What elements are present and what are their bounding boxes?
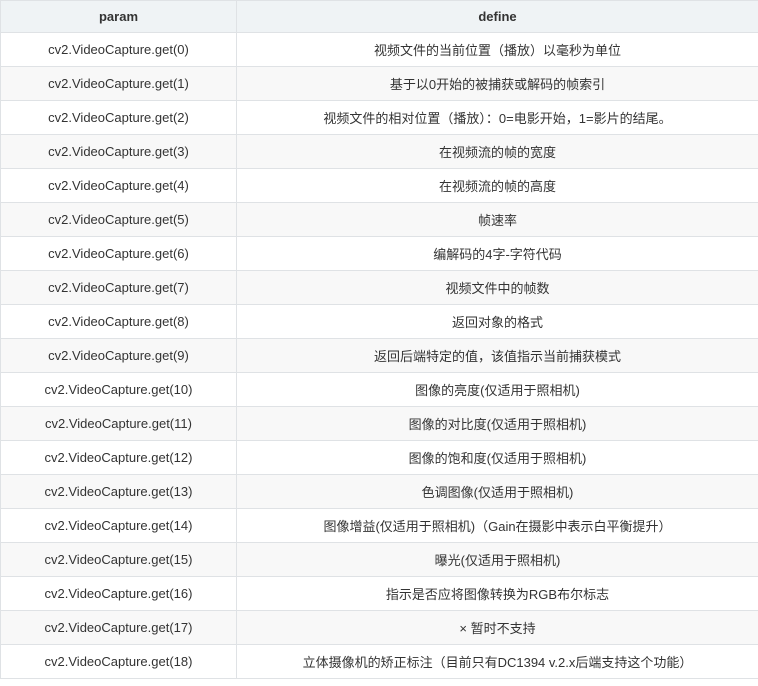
define-cell: 图像增益(仅适用于照相机)（Gain在摄影中表示白平衡提升） [236, 508, 758, 543]
define-cell: 视频文件的当前位置（播放）以毫秒为单位 [236, 32, 758, 67]
table-row: cv2.VideoCapture.get(6) 编解码的4字-字符代码 [0, 236, 758, 271]
table-body: cv2.VideoCapture.get(0) 视频文件的当前位置（播放）以毫秒… [0, 32, 758, 679]
table-row: cv2.VideoCapture.get(13) 色调图像(仅适用于照相机) [0, 474, 758, 509]
define-cell: 编解码的4字-字符代码 [236, 236, 758, 271]
table-row: cv2.VideoCapture.get(11) 图像的对比度(仅适用于照相机) [0, 406, 758, 441]
param-cell: cv2.VideoCapture.get(11) [0, 406, 237, 441]
header-define: define [236, 0, 758, 33]
table-row: cv2.VideoCapture.get(12) 图像的饱和度(仅适用于照相机) [0, 440, 758, 475]
header-param: param [0, 0, 237, 33]
param-define-table: param define cv2.VideoCapture.get(0) 视频文… [0, 0, 758, 679]
param-cell: cv2.VideoCapture.get(16) [0, 576, 237, 611]
param-cell: cv2.VideoCapture.get(3) [0, 134, 237, 169]
table-row: cv2.VideoCapture.get(9) 返回后端特定的值，该值指示当前捕… [0, 338, 758, 373]
define-cell: 指示是否应将图像转换为RGB布尔标志 [236, 576, 758, 611]
param-cell: cv2.VideoCapture.get(14) [0, 508, 237, 543]
define-cell: 图像的亮度(仅适用于照相机) [236, 372, 758, 407]
define-cell: 基于以0开始的被捕获或解码的帧索引 [236, 66, 758, 101]
define-cell: 视频文件中的帧数 [236, 270, 758, 305]
table-row: cv2.VideoCapture.get(7) 视频文件中的帧数 [0, 270, 758, 305]
define-cell: 返回后端特定的值，该值指示当前捕获模式 [236, 338, 758, 373]
param-cell: cv2.VideoCapture.get(5) [0, 202, 237, 237]
table-row: cv2.VideoCapture.get(0) 视频文件的当前位置（播放）以毫秒… [0, 32, 758, 67]
param-cell: cv2.VideoCapture.get(2) [0, 100, 237, 135]
param-cell: cv2.VideoCapture.get(17) [0, 610, 237, 645]
define-cell: × 暂时不支持 [236, 610, 758, 645]
define-cell: 色调图像(仅适用于照相机) [236, 474, 758, 509]
param-cell: cv2.VideoCapture.get(1) [0, 66, 237, 101]
define-cell: 返回对象的格式 [236, 304, 758, 339]
define-cell: 曝光(仅适用于照相机) [236, 542, 758, 577]
table-row: cv2.VideoCapture.get(2) 视频文件的相对位置（播放）：0=… [0, 100, 758, 135]
param-cell: cv2.VideoCapture.get(7) [0, 270, 237, 305]
define-cell: 立体摄像机的矫正标注（目前只有DC1394 v.2.x后端支持这个功能） [236, 644, 758, 679]
table-row: cv2.VideoCapture.get(8) 返回对象的格式 [0, 304, 758, 339]
table-row: cv2.VideoCapture.get(14) 图像增益(仅适用于照相机)（G… [0, 508, 758, 543]
param-cell: cv2.VideoCapture.get(9) [0, 338, 237, 373]
define-cell: 帧速率 [236, 202, 758, 237]
table-row: cv2.VideoCapture.get(4) 在视频流的帧的高度 [0, 168, 758, 203]
table-row: cv2.VideoCapture.get(16) 指示是否应将图像转换为RGB布… [0, 576, 758, 611]
define-cell: 在视频流的帧的宽度 [236, 134, 758, 169]
param-cell: cv2.VideoCapture.get(8) [0, 304, 237, 339]
table-row: cv2.VideoCapture.get(18) 立体摄像机的矫正标注（目前只有… [0, 644, 758, 679]
define-cell: 视频文件的相对位置（播放）：0=电影开始，1=影片的结尾。 [236, 100, 758, 135]
param-cell: cv2.VideoCapture.get(15) [0, 542, 237, 577]
table-row: cv2.VideoCapture.get(15) 曝光(仅适用于照相机) [0, 542, 758, 577]
param-cell: cv2.VideoCapture.get(10) [0, 372, 237, 407]
define-cell: 图像的对比度(仅适用于照相机) [236, 406, 758, 441]
param-cell: cv2.VideoCapture.get(12) [0, 440, 237, 475]
header-row: param define [0, 0, 758, 33]
param-cell: cv2.VideoCapture.get(13) [0, 474, 237, 509]
define-cell: 在视频流的帧的高度 [236, 168, 758, 203]
param-cell: cv2.VideoCapture.get(4) [0, 168, 237, 203]
table-row: cv2.VideoCapture.get(5) 帧速率 [0, 202, 758, 237]
param-cell: cv2.VideoCapture.get(6) [0, 236, 237, 271]
table-header: param define [0, 0, 758, 33]
param-cell: cv2.VideoCapture.get(18) [0, 644, 237, 679]
table-row: cv2.VideoCapture.get(17) × 暂时不支持 [0, 610, 758, 645]
param-cell: cv2.VideoCapture.get(0) [0, 32, 237, 67]
define-cell: 图像的饱和度(仅适用于照相机) [236, 440, 758, 475]
table-row: cv2.VideoCapture.get(1) 基于以0开始的被捕获或解码的帧索… [0, 66, 758, 101]
table-row: cv2.VideoCapture.get(3) 在视频流的帧的宽度 [0, 134, 758, 169]
table-row: cv2.VideoCapture.get(10) 图像的亮度(仅适用于照相机) [0, 372, 758, 407]
